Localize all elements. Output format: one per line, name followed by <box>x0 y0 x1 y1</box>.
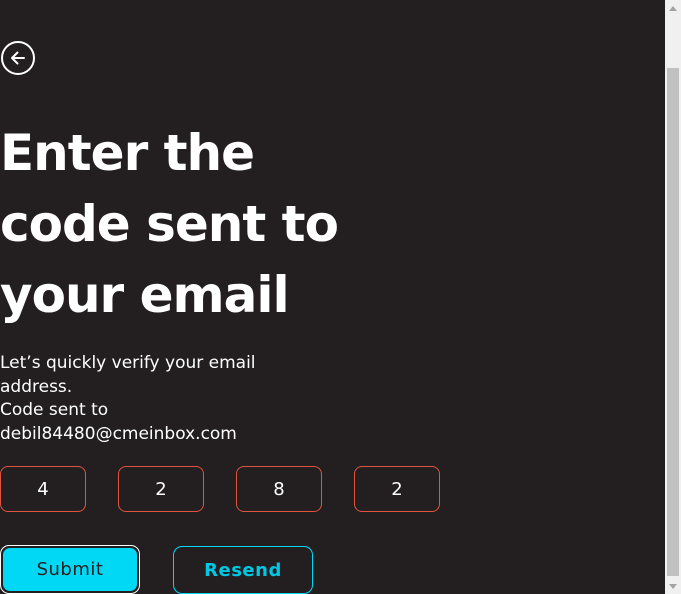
description-line: address. <box>0 376 73 397</box>
email-address: debil84480@cmeinbox.com <box>0 423 237 444</box>
code-digit-input-1[interactable]: 4 <box>0 466 86 512</box>
submit-button[interactable]: Submit <box>0 545 140 594</box>
description-line: Let’s quickly verify your email <box>0 353 256 373</box>
page-description: Let’s quickly verify your email address.… <box>0 352 300 446</box>
description-line: Code sent to <box>0 400 109 420</box>
vertical-scrollbar[interactable] <box>665 0 681 594</box>
code-digit-input-2[interactable]: 2 <box>118 466 204 512</box>
title-line: your email <box>0 266 290 324</box>
resend-button[interactable]: Resend <box>173 546 313 594</box>
submit-button-label: Submit <box>3 548 137 591</box>
code-digit-input-3[interactable]: 8 <box>236 466 322 512</box>
title-line: code sent to <box>0 195 339 253</box>
page-title: Enter the code sent to your email <box>0 118 340 331</box>
scroll-up-arrow-icon[interactable] <box>665 0 681 16</box>
scroll-down-arrow-icon[interactable] <box>665 578 681 594</box>
verify-email-screen: Enter the code sent to your email Let’s … <box>0 0 665 594</box>
scrollbar-thumb[interactable] <box>667 68 679 576</box>
code-digit-input-4[interactable]: 2 <box>354 466 440 512</box>
arrow-left-icon <box>11 51 25 65</box>
title-line: Enter the <box>0 124 255 182</box>
back-button[interactable] <box>1 41 35 75</box>
verification-code-inputs: 4 2 8 2 <box>0 466 440 512</box>
